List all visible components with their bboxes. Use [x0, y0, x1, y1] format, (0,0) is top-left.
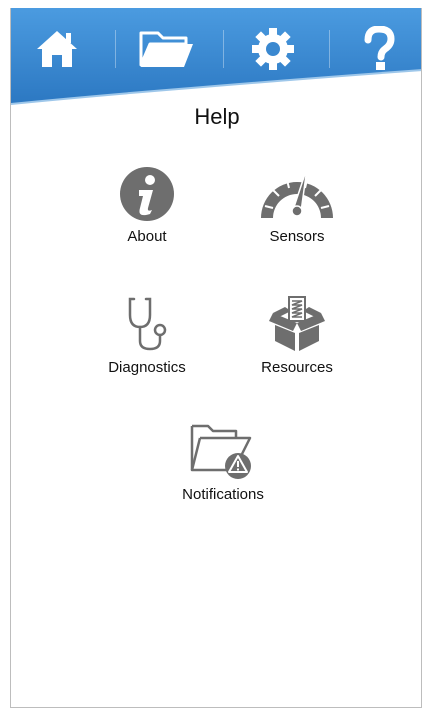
nav-separator: [329, 30, 330, 68]
sensors-tile[interactable]: Sensors: [237, 160, 357, 245]
notifications-label: Notifications: [182, 486, 264, 503]
nav-files-button[interactable]: [127, 16, 207, 82]
notifications-tile[interactable]: Notifications: [163, 418, 283, 503]
top-navigation-bar: [11, 8, 421, 108]
nav-separator: [223, 30, 224, 68]
nav-separator: [115, 30, 116, 68]
gauge-icon: [261, 167, 333, 218]
gear-icon: [252, 28, 294, 70]
diagnostics-tile[interactable]: Diagnostics: [87, 291, 207, 376]
folder-alert-icon: [190, 424, 252, 479]
resources-label: Resources: [261, 359, 333, 376]
page-title: Help: [194, 104, 240, 129]
resources-tile[interactable]: Resources: [237, 291, 357, 376]
home-icon: [37, 31, 77, 67]
box-icon: [269, 296, 325, 351]
about-tile[interactable]: About: [87, 160, 207, 245]
about-label: About: [127, 228, 167, 245]
nav-home-button[interactable]: [17, 16, 97, 82]
question-icon: [364, 26, 395, 70]
info-icon: [120, 167, 174, 221]
diagnostics-label: Diagnostics: [108, 359, 186, 376]
nav-help-button[interactable]: [339, 16, 419, 82]
folder-icon: [139, 31, 193, 67]
app-frame: Help About Sensors Diagnostics Resources…: [10, 8, 422, 708]
nav-settings-button[interactable]: [233, 16, 313, 82]
sensors-label: Sensors: [269, 228, 325, 245]
stethoscope-icon: [128, 297, 167, 351]
